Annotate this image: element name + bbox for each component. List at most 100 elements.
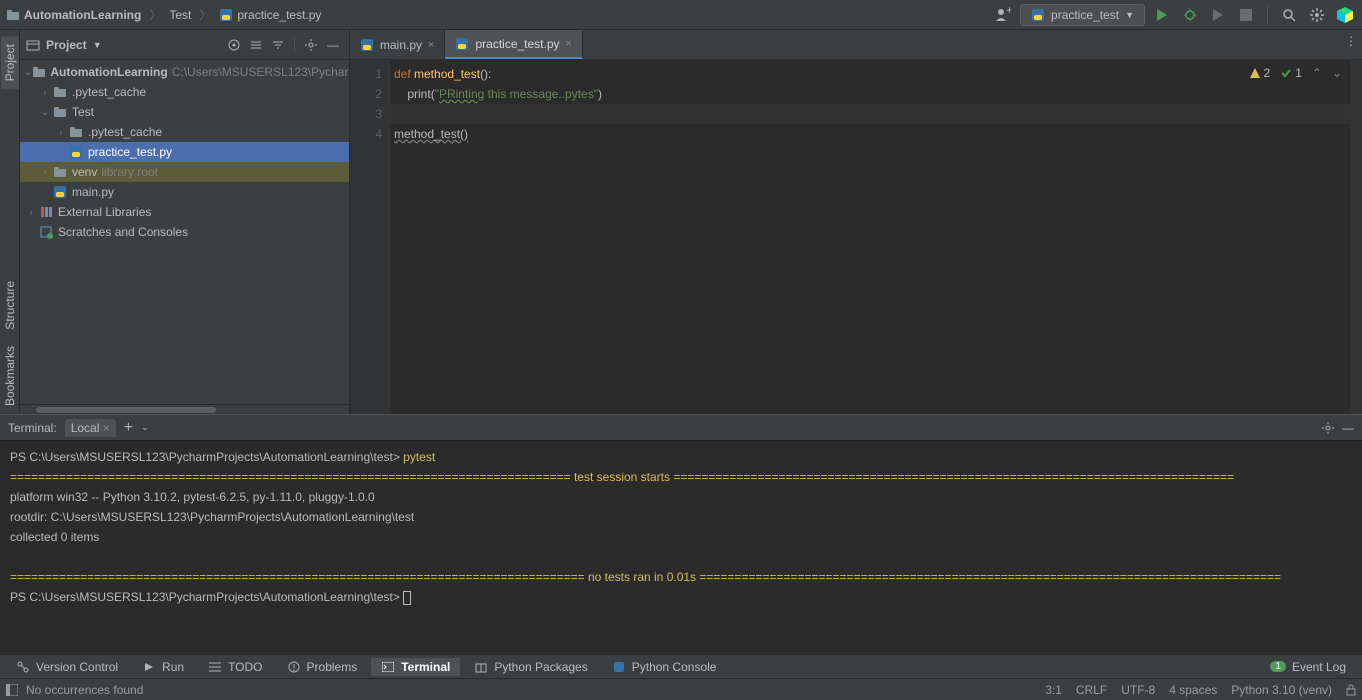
tree-row[interactable]: main.py [20,182,349,202]
project-panel-header: Project ▼ — [20,30,349,60]
code-area[interactable]: def method_test(): print("PRinting this … [390,60,1350,414]
breadcrumb-file[interactable]: practice_test.py [237,8,321,22]
bottom-tool-window-bar: Version Control Run TODO Problems Termin… [0,654,1362,678]
chevron-right-icon: 〉 [199,6,211,23]
navigation-bar: AutomationLearning 〉 Test 〉 practice_tes… [0,0,1362,30]
expand-arrow-icon[interactable]: ⌄ [38,107,52,118]
editor-tab[interactable]: practice_test.py × [445,30,582,59]
python-packages-tool-button[interactable]: Python Packages [464,658,597,676]
vcs-tool-button[interactable]: Version Control [6,658,128,676]
chevron-down-icon: ▼ [1125,10,1134,20]
chevron-up-icon[interactable]: ⌃ [1312,66,1322,80]
stop-button[interactable] [1235,4,1257,26]
line-number[interactable]: 3 [350,104,382,124]
add-user-icon[interactable]: + [992,4,1014,26]
folder-icon [52,104,68,120]
caret-position[interactable]: 3:1 [1045,683,1062,697]
folder-icon [52,164,68,180]
breadcrumb-folder[interactable]: Test [169,8,191,22]
tree-row[interactable]: ⌄ AutomationLearning C:\Users\MSUSERSL123\… [20,62,349,82]
folder-root-icon [32,64,46,80]
tree-row[interactable]: Scratches and Consoles [20,222,349,242]
search-everywhere-button[interactable] [1278,4,1300,26]
settings-button[interactable] [1306,4,1328,26]
terminal-session-tab[interactable]: Local × [65,419,116,437]
expand-arrow-icon[interactable]: ⌄ [24,67,32,78]
collapse-all-button[interactable] [268,35,288,55]
tree-label: AutomationLearning [50,65,167,79]
python-icon [1031,8,1045,22]
line-number[interactable]: 1 [350,64,382,84]
tree-row[interactable]: ›External Libraries [20,202,349,222]
expand-arrow-icon[interactable]: › [54,127,68,138]
project-tree[interactable]: ⌄ AutomationLearning C:\Users\MSUSERSL123\… [20,60,349,404]
folder-icon [68,124,84,140]
structure-tool-tab[interactable]: Structure [1,273,19,338]
indent-settings[interactable]: 4 spaces [1169,683,1217,697]
python-console-tool-button[interactable]: Python Console [602,658,727,676]
error-stripe[interactable] [1350,60,1362,414]
panel-settings-button[interactable] [301,35,321,55]
todo-tool-button[interactable]: TODO [198,658,272,676]
tree-row[interactable]: › .pytest_cache [20,122,349,142]
debug-button[interactable] [1179,4,1201,26]
tree-row[interactable]: ⌄Test [20,102,349,122]
tree-row[interactable]: ›.pytest_cache [20,82,349,102]
run-with-coverage-button[interactable] [1207,4,1229,26]
tool-window-quick-access[interactable] [6,684,18,696]
expand-all-button[interactable] [246,35,266,55]
read-only-toggle[interactable] [1346,684,1356,696]
terminal-output[interactable]: PS C:\Users\MSUSERSL123\PycharmProjects\… [0,441,1362,654]
project-view-selector[interactable]: Project ▼ [26,38,102,52]
terminal-tool-window: Terminal: Local × + ⌄ — PS C:\Users\MSUS… [0,414,1362,654]
editor-body[interactable]: 1234 def method_test(): print("PRinting … [350,60,1362,414]
chevron-down-icon[interactable]: ⌄ [1332,66,1342,80]
project-tool-tab[interactable]: Project [1,36,19,89]
breadcrumb[interactable]: AutomationLearning 〉 Test 〉 practice_tes… [6,6,321,23]
tree-row[interactable]: practice_test.py [20,142,349,162]
line-number-gutter[interactable]: 1234 [350,60,390,414]
run-tool-button[interactable]: Run [132,658,194,676]
close-tab-icon[interactable]: × [566,38,572,50]
breadcrumb-root[interactable]: AutomationLearning [24,8,141,22]
expand-arrow-icon[interactable]: › [38,167,52,178]
new-terminal-button[interactable]: + [124,419,133,437]
line-number[interactable]: 2 [350,84,382,104]
expand-arrow-icon[interactable]: › [38,87,52,98]
run-button[interactable] [1151,4,1173,26]
hide-terminal-button[interactable]: — [1342,421,1354,435]
left-tool-window-stripe: Project Structure Bookmarks [0,30,20,414]
line-number[interactable]: 4 [350,124,382,144]
problems-tool-button[interactable]: Problems [277,658,368,676]
run-configuration-selector[interactable]: practice_test ▼ [1020,4,1145,26]
run-config-label: practice_test [1051,8,1119,22]
ok-indicator[interactable]: 1 [1280,66,1302,80]
editor-tabs-menu[interactable]: ⋮ [1340,30,1362,52]
close-tab-icon[interactable]: × [428,39,434,51]
terminal-dropdown-button[interactable]: ⌄ [141,422,149,433]
tree-suffix: C:\Users\MSUSERSL123\Pycharm [172,65,349,79]
tree-label: .pytest_cache [88,125,162,139]
terminal-settings-button[interactable] [1322,422,1334,434]
horizontal-scrollbar[interactable] [20,404,349,414]
tab-label: practice_test.py [475,37,559,51]
tree-suffix: library root [101,165,158,179]
event-log-button[interactable]: 1Event Log [1260,658,1356,676]
python-interpreter[interactable]: Python 3.10 (venv) [1231,683,1332,697]
line-separator[interactable]: CRLF [1076,683,1107,697]
file-encoding[interactable]: UTF-8 [1121,683,1155,697]
close-icon[interactable]: × [103,421,110,435]
tree-row[interactable]: ›venvlibrary root [20,162,349,182]
bookmarks-tool-tab[interactable]: Bookmarks [1,338,19,414]
chevron-right-icon: 〉 [149,6,161,23]
warnings-indicator[interactable]: 2 [1249,66,1271,80]
editor-inspections-widget[interactable]: 2 1 ⌃ ⌄ [1249,66,1343,80]
hide-panel-button[interactable]: — [323,35,343,55]
editor-tab[interactable]: main.py× [350,30,445,59]
python-file-icon [360,38,374,52]
terminal-tool-button[interactable]: Terminal [371,658,460,676]
ide-logo-icon[interactable] [1334,4,1356,26]
select-opened-file-button[interactable] [224,35,244,55]
expand-arrow-icon[interactable]: › [24,207,38,218]
project-title-label: Project [46,38,87,52]
